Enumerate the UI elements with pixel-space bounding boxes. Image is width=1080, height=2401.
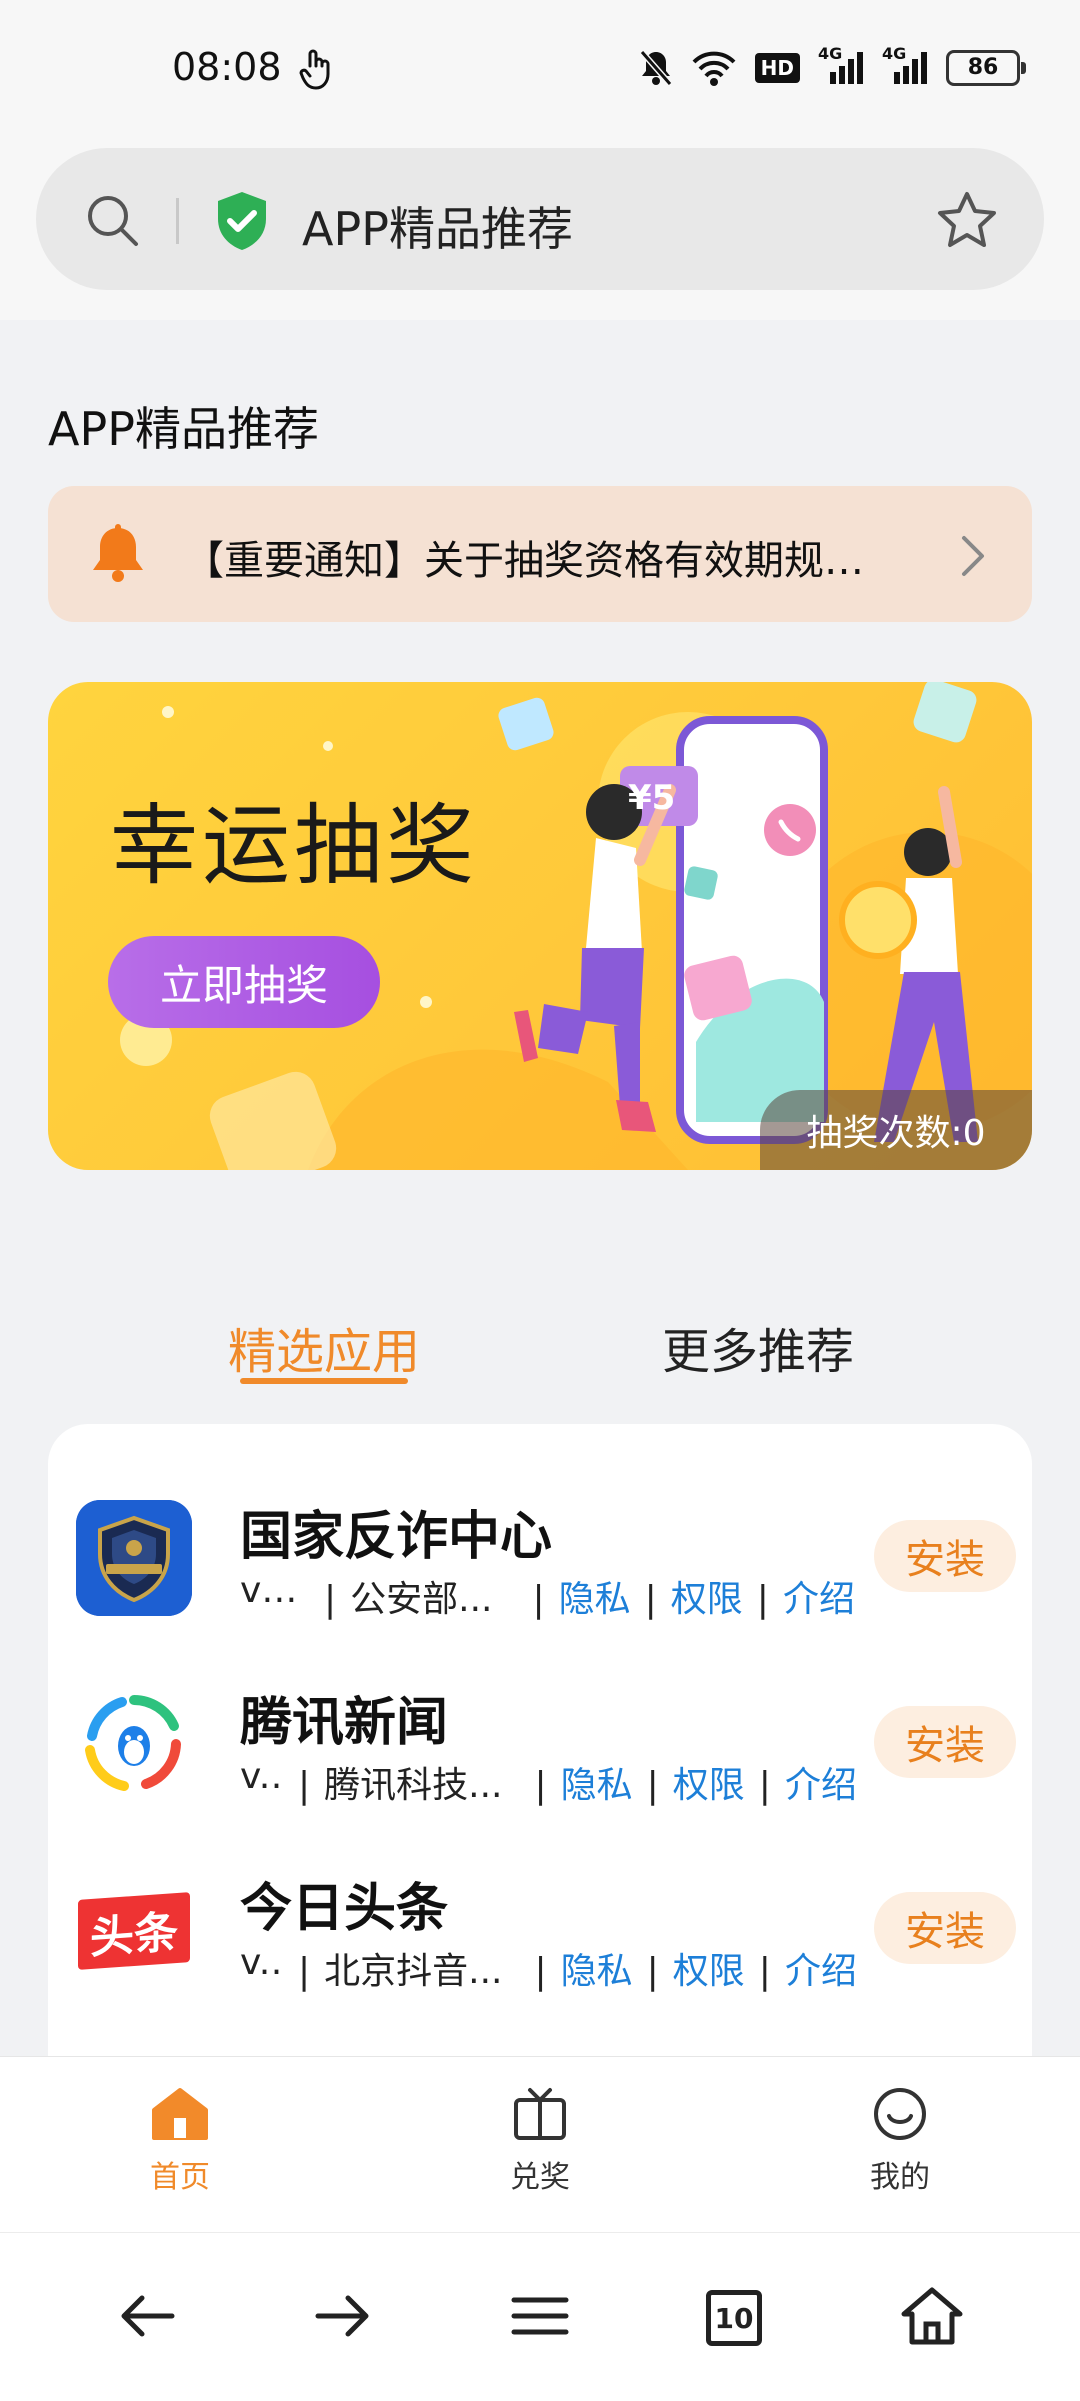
menu-icon[interactable] [508,2284,572,2348]
forward-arrow-icon[interactable] [310,2284,374,2348]
install-button[interactable]: 安装 [874,1706,1016,1778]
nav-home[interactable]: 首页 [110,2086,250,2206]
signal-icon-2: 4G [882,44,928,88]
app-version: v2... [240,1570,310,1611]
battery-icon: 86 [946,50,1026,86]
tab-more-recommendations[interactable]: 更多推荐 [662,1312,854,1382]
app-meta: v2... | 公安部... | 隐私 | 权限 | 介绍 [240,1570,855,1622]
mute-icon [639,50,672,86]
app-version: v... [240,1942,284,1983]
app-name[interactable]: 今日头条 [240,1866,448,1941]
intro-link[interactable]: 介绍 [783,1579,855,1620]
separator: | [534,1765,547,1806]
app-meta: v... | 北京抖音... | 隐私 | 权限 | 介绍 [240,1942,857,1994]
back-arrow-icon[interactable] [116,2284,180,2348]
app-row[interactable]: 国家反诈中心 v2...|公安部...|隐私|权限|介绍 安装 [48,1500,1048,1650]
nav-redeem-label: 兑奖 [510,2160,570,2195]
separator: | [324,1579,337,1620]
permissions-link[interactable]: 权限 [673,1765,745,1806]
smile-icon [874,2088,926,2140]
app-row[interactable]: 头条 今日头条 v...|北京抖音...|隐私|权限|介绍 安装 [48,1872,1048,2022]
intro-link[interactable]: 介绍 [785,1951,857,1992]
separator: | [532,1579,545,1620]
tab-featured-apps[interactable]: 精选应用 [228,1312,420,1382]
intro-link[interactable]: 介绍 [785,1765,857,1806]
status-time: 08:08 [172,45,282,89]
separator: | [758,1951,771,1992]
star-icon[interactable] [936,190,998,250]
chevron-right-icon[interactable] [958,534,988,578]
privacy-link[interactable]: 隐私 [559,1579,631,1620]
anti-fraud-icon[interactable] [76,1500,192,1616]
separator: | [646,1765,659,1806]
wifi-icon [692,51,736,86]
home-page-icon[interactable] [900,2284,964,2348]
bell-icon [93,524,143,582]
separator: | [298,1765,311,1806]
tencent-news-icon[interactable] [76,1686,192,1802]
permissions-link[interactable]: 权限 [673,1951,745,1992]
nav-home-label: 首页 [150,2160,210,2195]
separator: | [756,1579,769,1620]
draw-count-badge: 抽奖次数:0 [760,1090,1032,1170]
separator: | [644,1579,657,1620]
privacy-link[interactable]: 隐私 [561,1765,633,1806]
app-developer: 公安部... [350,1579,493,1620]
price-tag-label: ¥5 [628,778,676,818]
tv-gift-icon [514,2088,566,2140]
banner-title: 幸运抽奖 [110,794,479,897]
url-divider [176,198,179,244]
app-version: v... [240,1756,284,1797]
app-meta: v... | 腾讯科技... | 隐私 | 权限 | 介绍 [240,1756,857,1808]
touch-icon [299,49,330,90]
draw-now-button[interactable]: 立即抽奖 [108,936,380,1028]
search-icon[interactable] [84,192,140,248]
toutiao-icon[interactable]: 头条 [76,1872,192,1988]
tabs-count-button[interactable]: 10 [706,2290,762,2346]
signal-icon-1: 4G [818,44,864,88]
status-icons: HD 4G 4G 86 [639,44,1026,92]
hd-icon: HD [754,53,800,83]
install-button[interactable]: 安装 [874,1892,1016,1964]
url-text[interactable]: APP精品推荐 [302,193,573,259]
separator: | [646,1951,659,1992]
app-developer: 腾讯科技... [324,1765,503,1806]
nav-redeem[interactable]: 兑奖 [470,2086,610,2206]
separator: | [534,1951,547,1992]
nav-mine[interactable]: 我的 [830,2086,970,2206]
install-button[interactable]: 安装 [874,1520,1016,1592]
home-icon [152,2088,208,2140]
tab-active-indicator [240,1378,408,1384]
nav-mine-label: 我的 [870,2160,930,2195]
app-name[interactable]: 国家反诈中心 [240,1494,552,1569]
separator: | [758,1765,771,1806]
toutiao-logo: 头条 [78,1892,190,1970]
page-title: APP精品推荐 [48,402,319,456]
notice-text[interactable]: 【重要通知】关于抽奖资格有效期规则... [184,528,894,586]
app-name[interactable]: 腾讯新闻 [240,1680,448,1755]
separator: | [298,1951,311,1992]
shield-check-icon [218,192,266,250]
permissions-link[interactable]: 权限 [671,1579,743,1620]
app-row[interactable]: 腾讯新闻 v...|腾讯科技...|隐私|权限|介绍 安装 [48,1686,1048,1836]
privacy-link[interactable]: 隐私 [561,1951,633,1992]
app-developer: 北京抖音... [324,1951,503,1992]
